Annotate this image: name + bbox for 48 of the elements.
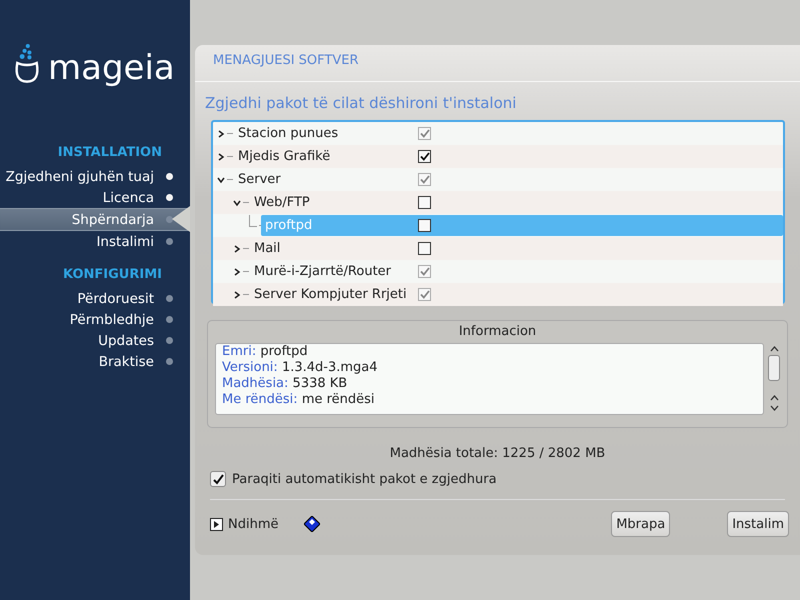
info-value: me rëndësi <box>302 392 375 407</box>
tree-item[interactable]: Mail <box>251 239 284 258</box>
step-item: Licenca <box>0 187 190 208</box>
tree-item[interactable]: Murë-i-Zjarrtë/Router <box>251 262 394 281</box>
info-title: Informacion <box>458 323 538 341</box>
tree-item[interactable]: Server <box>235 170 284 189</box>
collapse-icon[interactable] <box>217 176 225 184</box>
checkbox[interactable] <box>418 219 431 232</box>
total-size: Madhësia totale: 1225 / 2802 MB <box>388 446 606 461</box>
tree-item[interactable]: Mjedis Grafikë <box>235 147 334 166</box>
info-label: Madhësia: <box>222 376 288 391</box>
checkbox[interactable] <box>210 471 226 487</box>
checkbox[interactable] <box>418 242 431 255</box>
scroll-down-icon[interactable] <box>770 405 778 411</box>
scroll-up-icon[interactable] <box>770 346 778 352</box>
subtitle: Zgjedhi pakot të cilat dëshironi t'instaloni <box>205 94 518 112</box>
step-item: Përmbledhje <box>0 309 190 330</box>
expand-icon[interactable] <box>233 268 241 276</box>
info-label: Versioni: <box>222 360 278 375</box>
logo-text: mageia <box>48 50 175 86</box>
dialog-button[interactable]: Instalim <box>727 511 789 537</box>
play-icon[interactable] <box>210 518 223 530</box>
step-item: Zgjedheni gjuhën tuaj <box>0 166 190 187</box>
panel-title: MENAGJUESI SOFTVER <box>212 52 360 70</box>
help-link[interactable]: Ndihmë <box>228 516 278 532</box>
info-value: 5338 KB <box>292 376 348 391</box>
step-item: Përdoruesit <box>0 288 190 309</box>
step-item: Braktise <box>0 351 190 372</box>
tree-item[interactable]: Web/FTP <box>251 193 313 212</box>
dialog-button[interactable]: Mbrapa <box>611 511 670 537</box>
step-item: Updates <box>0 330 190 351</box>
expand-icon[interactable] <box>233 244 241 252</box>
expand-icon[interactable] <box>233 290 241 298</box>
info-label: Me rëndësi: <box>222 392 298 407</box>
expand-icon[interactable] <box>217 130 225 138</box>
checkbox-label: Paraqiti automatikisht pakot e zgjedhura <box>232 472 497 486</box>
checkbox[interactable] <box>418 196 431 209</box>
step-item: Shpërndarja <box>0 208 190 231</box>
expand-icon[interactable] <box>217 152 225 160</box>
info-value: 1.3.4d-3.mga4 <box>282 360 378 375</box>
section-title: INSTALLATION <box>56 144 163 162</box>
collapse-icon[interactable] <box>233 198 241 206</box>
step-item: Instalimi <box>0 231 190 252</box>
section-title: KONFIGURIMI <box>62 266 163 284</box>
info-label: Emri: <box>222 344 256 359</box>
info-value: proftpd <box>260 344 308 359</box>
tree-item[interactable]: Stacion punues <box>235 124 342 143</box>
scroll-up-icon[interactable] <box>770 395 778 401</box>
